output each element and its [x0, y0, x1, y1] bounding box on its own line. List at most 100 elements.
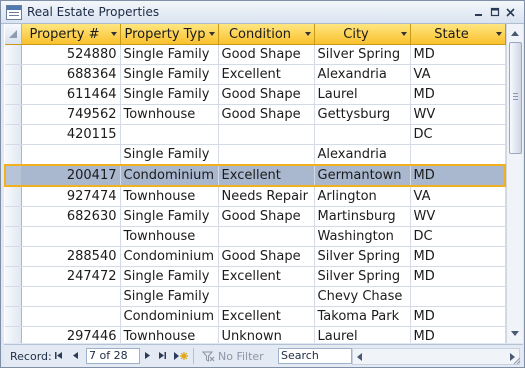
restore-button[interactable]	[488, 6, 501, 18]
record-selector[interactable]	[5, 64, 22, 85]
record-selector[interactable]	[5, 84, 22, 105]
chevron-down-icon[interactable]	[208, 32, 215, 36]
property-type-cell[interactable]: Condominium	[120, 164, 219, 187]
property-number-cell[interactable]	[21, 286, 121, 307]
city-cell[interactable]: Silver Spring	[314, 44, 411, 65]
state-cell[interactable]: DC	[410, 124, 506, 145]
city-cell[interactable]: Laurel	[314, 326, 411, 343]
property-type-cell[interactable]: Townhouse	[120, 226, 219, 247]
scroll-down-icon[interactable]	[511, 331, 519, 336]
table-row[interactable]: 611464 Single Family Good Shape Laurel MD	[5, 84, 506, 105]
property-number-cell[interactable]: 682630	[21, 206, 121, 227]
table-row[interactable]: 524880 Single Family Good Shape Silver Spri…	[5, 44, 506, 65]
state-cell[interactable]: MD	[410, 246, 506, 267]
condition-cell[interactable]	[218, 226, 315, 247]
city-cell[interactable]: Washington	[314, 226, 411, 247]
record-selector[interactable]	[5, 226, 22, 247]
state-cell[interactable]: WV	[410, 206, 506, 227]
property-type-cell[interactable]: Single Family	[120, 286, 219, 307]
new-record-button[interactable]	[172, 349, 188, 362]
record-selector[interactable]	[5, 246, 22, 267]
chevron-down-icon[interactable]	[495, 32, 502, 36]
record-selector[interactable]	[5, 206, 22, 227]
property-type-cell[interactable]: Townhouse	[120, 326, 219, 343]
search-input[interactable]: Search	[278, 348, 352, 364]
property-type-cell[interactable]: Single Family	[120, 84, 219, 105]
city-cell[interactable]: Laurel	[314, 84, 411, 105]
table-row[interactable]: 420115 DC	[5, 124, 506, 145]
city-cell[interactable]: Alexandria	[314, 144, 411, 166]
vertical-scrollbar[interactable]	[506, 24, 523, 343]
chevron-down-icon[interactable]	[400, 32, 407, 36]
property-number-cell[interactable]	[21, 226, 121, 247]
condition-cell[interactable]	[218, 286, 315, 307]
state-cell[interactable]: MD	[410, 84, 506, 105]
property-number-cell[interactable]	[21, 306, 121, 327]
property-number-cell[interactable]: 200417	[21, 164, 121, 187]
record-selector[interactable]	[5, 44, 22, 65]
record-selector[interactable]	[5, 144, 22, 166]
record-selector[interactable]	[5, 326, 22, 343]
property-number-cell[interactable]: 927474	[21, 186, 121, 207]
state-cell[interactable]: MD	[410, 326, 506, 343]
property-type-cell[interactable]	[120, 124, 219, 145]
property-number-cell[interactable]: 688364	[21, 64, 121, 85]
property-number-cell[interactable]	[21, 144, 121, 166]
condition-cell[interactable]: Excellent	[218, 164, 315, 187]
property-type-cell[interactable]: Townhouse	[120, 104, 219, 125]
record-selector[interactable]	[5, 186, 22, 207]
state-cell[interactable]: WV	[410, 104, 506, 125]
city-cell[interactable]: Germantown	[314, 164, 411, 187]
condition-cell[interactable]: Excellent	[218, 64, 315, 85]
property-type-cell[interactable]: Single Family	[120, 64, 219, 85]
title-bar[interactable]: Real Estate Properties	[1, 1, 524, 24]
property-type-cell[interactable]: Single Family	[120, 44, 219, 65]
scrollbar-thumb[interactable]	[509, 42, 522, 154]
record-selector[interactable]	[4, 164, 22, 187]
city-cell[interactable]	[314, 124, 411, 145]
state-cell[interactable]: MD	[410, 44, 506, 65]
first-record-button[interactable]	[53, 349, 65, 362]
column-header-property-number[interactable]: Property #	[21, 24, 121, 45]
state-cell[interactable]	[410, 144, 506, 166]
property-number-cell[interactable]: 288540	[21, 246, 121, 267]
table-row[interactable]: Single Family Alexandria	[5, 144, 506, 166]
current-table-row[interactable]: 200417 Condominium Excellent Germantown MD	[4, 164, 507, 187]
record-selector[interactable]	[5, 104, 22, 125]
condition-cell[interactable]	[218, 144, 315, 166]
horizontal-scrollbar[interactable]	[352, 348, 520, 365]
property-type-cell[interactable]: Single Family	[120, 144, 219, 166]
column-header-property-type[interactable]: Property Typ	[120, 24, 219, 45]
record-selector[interactable]	[5, 124, 22, 145]
select-all-button[interactable]	[5, 24, 22, 45]
property-number-cell[interactable]: 297446	[21, 326, 121, 343]
condition-cell[interactable]: Excellent	[218, 306, 315, 327]
column-header-city[interactable]: City	[314, 24, 411, 45]
state-cell[interactable]: MD	[410, 164, 507, 187]
condition-cell[interactable]: Good Shape	[218, 206, 315, 227]
state-cell[interactable]: DC	[410, 226, 506, 247]
previous-record-button[interactable]	[70, 349, 82, 362]
table-row[interactable]: Condominium Excellent Takoma Park MD	[5, 306, 506, 327]
record-selector[interactable]	[5, 306, 22, 327]
table-row[interactable]: 247472 Single Family Excellent Silver Sprin…	[5, 266, 506, 287]
property-type-cell[interactable]: Condominium	[120, 246, 219, 267]
record-selector[interactable]	[5, 286, 22, 307]
city-cell[interactable]: Martinsburg	[314, 206, 411, 227]
city-cell[interactable]: Silver Spring	[314, 246, 411, 267]
table-row[interactable]: 297446 Townhouse Unknown Laurel MD	[5, 326, 506, 343]
record-selector[interactable]	[5, 266, 22, 287]
city-cell[interactable]: Chevy Chase	[314, 286, 411, 307]
condition-cell[interactable]: Good Shape	[218, 246, 315, 267]
column-header-condition[interactable]: Condition	[218, 24, 315, 45]
city-cell[interactable]: Alexandria	[314, 64, 411, 85]
last-record-button[interactable]	[156, 349, 168, 362]
condition-cell[interactable]: Good Shape	[218, 104, 315, 125]
state-cell[interactable]: VA	[410, 186, 506, 207]
resize-grip-icon[interactable]	[513, 357, 521, 365]
property-type-cell[interactable]: Townhouse	[120, 186, 219, 207]
filter-toggle[interactable]: No Filter	[202, 348, 264, 364]
property-type-cell[interactable]: Single Family	[120, 266, 219, 287]
state-cell[interactable]: MD	[410, 266, 506, 287]
table-row[interactable]: 688364 Single Family Excellent Alexandria VA	[5, 64, 506, 85]
